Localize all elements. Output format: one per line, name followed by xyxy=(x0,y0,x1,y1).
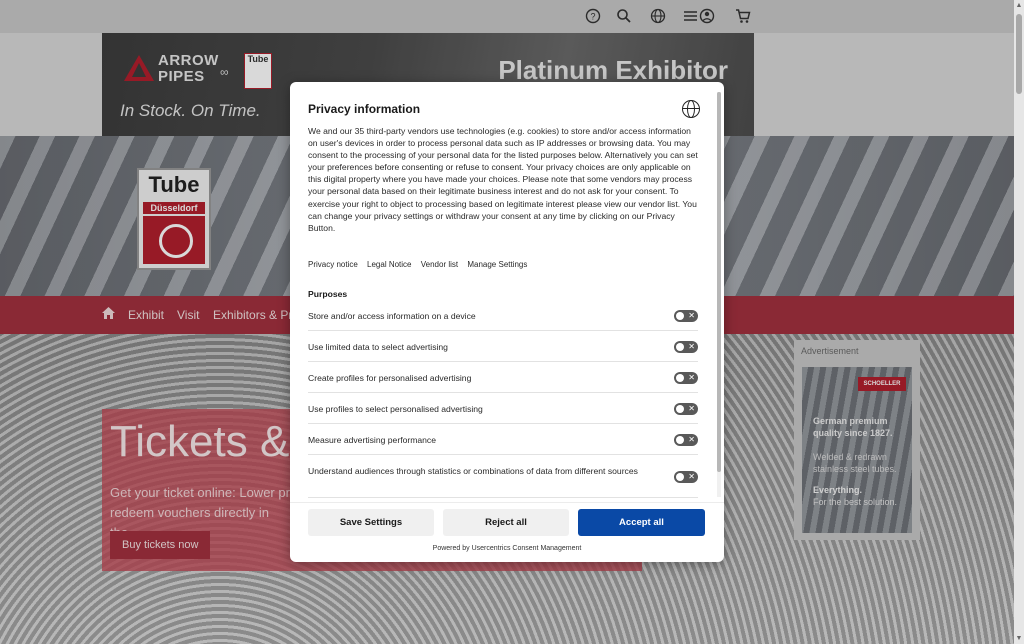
purpose-row: Create profiles for personalised adverti… xyxy=(308,366,698,393)
toggle-off-icon: ✕ xyxy=(688,404,695,413)
powered-by-text: Powered by Usercentrics Consent Manageme… xyxy=(432,545,582,552)
purpose-label: Use profiles to select personalised adve… xyxy=(308,404,483,414)
purpose-row: Measure advertising performance ✕ xyxy=(308,428,698,455)
page-scrollbar[interactable]: ▲ ▼ xyxy=(1014,0,1024,644)
dialog-scrollbar[interactable] xyxy=(717,92,721,497)
purpose-toggle[interactable]: ✕ xyxy=(674,403,698,415)
purpose-label: Use limited data to select advertising xyxy=(308,342,448,352)
dialog-footer: Save Settings Reject all Accept all Powe… xyxy=(290,502,724,563)
privacy-consent-dialog: Privacy information We and our 35 third-… xyxy=(290,82,724,562)
purpose-toggle[interactable]: ✕ xyxy=(674,434,698,446)
vendor-list-link[interactable]: Vendor list xyxy=(421,260,458,269)
purposes-heading: Purposes xyxy=(308,289,348,299)
save-settings-button[interactable]: Save Settings xyxy=(308,509,434,536)
accept-all-button[interactable]: Accept all xyxy=(578,509,705,536)
purpose-label: Store and/or access information on a dev… xyxy=(308,311,476,321)
purpose-toggle[interactable]: ✕ xyxy=(674,341,698,353)
toggle-off-icon: ✕ xyxy=(688,472,695,481)
toggle-off-icon: ✕ xyxy=(688,342,695,351)
toggle-off-icon: ✕ xyxy=(688,435,695,444)
manage-settings-link[interactable]: Manage Settings xyxy=(467,260,527,269)
purpose-label: Understand audiences through statistics … xyxy=(308,466,638,476)
dialog-scrollbar-thumb[interactable] xyxy=(717,92,721,472)
purpose-toggle[interactable]: ✕ xyxy=(674,471,698,483)
scroll-down-icon[interactable]: ▼ xyxy=(1015,635,1023,642)
dialog-title: Privacy information xyxy=(308,102,421,116)
purpose-toggle[interactable]: ✕ xyxy=(674,310,698,322)
purpose-row: Use limited data to select advertising ✕ xyxy=(308,335,698,362)
legal-notice-link[interactable]: Legal Notice xyxy=(367,260,411,269)
language-globe-icon[interactable] xyxy=(682,100,700,118)
consent-links: Privacy notice Legal Notice Vendor list … xyxy=(308,260,534,269)
privacy-notice-link[interactable]: Privacy notice xyxy=(308,260,358,269)
purpose-row: Understand audiences through statistics … xyxy=(308,459,698,498)
toggle-off-icon: ✕ xyxy=(688,373,695,382)
purpose-label: Measure advertising performance xyxy=(308,435,437,445)
purpose-row: Use profiles to select personalised adve… xyxy=(308,397,698,424)
toggle-off-icon: ✕ xyxy=(688,311,695,320)
reject-all-button[interactable]: Reject all xyxy=(443,509,569,536)
purpose-label: Create profiles for personalised adverti… xyxy=(308,373,472,383)
scroll-up-icon[interactable]: ▲ xyxy=(1015,2,1023,9)
purpose-toggle[interactable]: ✕ xyxy=(674,372,698,384)
purpose-row: Store and/or access information on a dev… xyxy=(308,304,698,331)
consent-description: We and our 35 third-party vendors use te… xyxy=(308,126,698,233)
scrollbar-thumb[interactable] xyxy=(1016,14,1022,94)
